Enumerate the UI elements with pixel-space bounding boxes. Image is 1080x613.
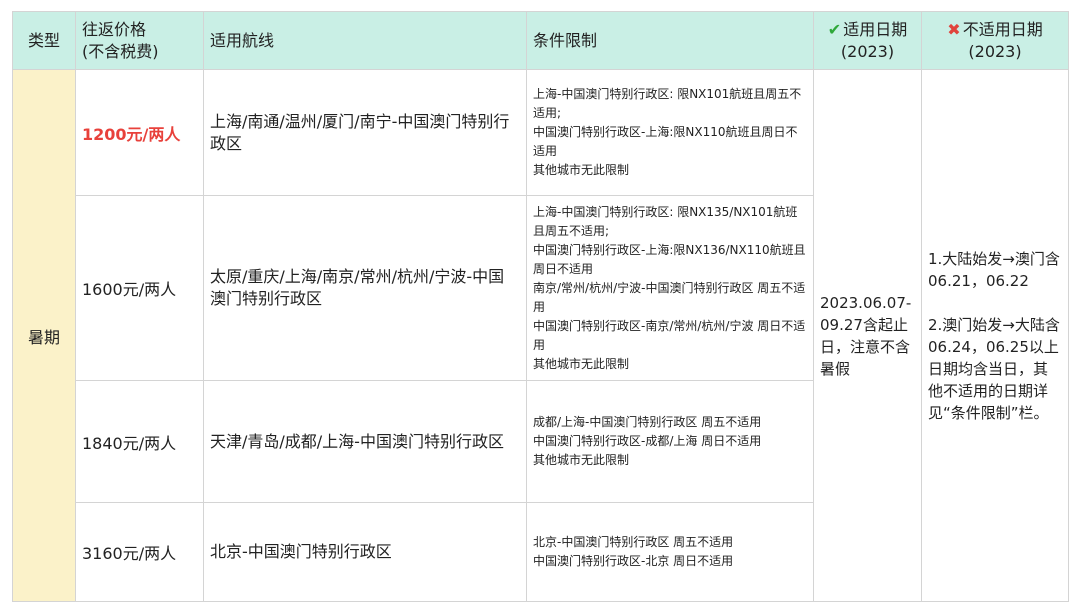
route-cell: 上海/南通/温州/厦门/南宁-中国澳门特别行政区 [203, 69, 527, 196]
conditions-cell: 上海-中国澳门特别行政区: 限NX135/NX101航班且周五不适用; 中国澳门… [526, 195, 814, 381]
header-applicable-dates: ✔ 适用日期 (2023) [813, 11, 922, 70]
condition-line: 其他城市无此限制 [533, 453, 630, 467]
condition-line: 中国澳门特别行政区-上海:限NX110航班且周日不适用 [533, 125, 798, 158]
conditions-cell: 上海-中国澳门特别行政区: 限NX101航班且周五不适用; 中国澳门特别行政区-… [526, 69, 814, 196]
conditions-cell: 北京-中国澳门特别行政区 周五不适用 中国澳门特别行政区-北京 周日不适用 [526, 502, 814, 602]
header-conditions: 条件限制 [526, 11, 814, 70]
header-price: 往返价格 (不含税费) [75, 11, 204, 70]
not-applicable-part1: 1.大陆始发→澳门含06.21，06.22 [928, 249, 1060, 290]
header-applicable-line2: (2023) [840, 41, 895, 61]
route-cell: 太原/重庆/上海/南京/常州/杭州/宁波-中国澳门特别行政区 [203, 195, 527, 381]
header-row: 类型 往返价格 (不含税费) 适用航线 条件限制 ✔ 适用日期 (2023) ✖ 不… [12, 11, 1069, 70]
condition-line: 中国澳门特别行政区-北京 周日不适用 [533, 554, 734, 568]
cross-icon: ✖ [947, 19, 961, 39]
not-applicable-part2: 2.澳门始发→大陆含06.24，06.25以上日期均含当日，其他不适用的日期详见… [928, 315, 1060, 422]
condition-line: 中国澳门特别行政区-南京/常州/杭州/宁波 周日不适用 [533, 318, 806, 352]
route-cell: 北京-中国澳门特别行政区 [203, 502, 527, 602]
not-applicable-dates-cell: 1.大陆始发→澳门含06.21，06.22 2.澳门始发→大陆含06.24，06… [921, 69, 1069, 602]
header-not-applicable-line2: (2023) [968, 41, 1022, 61]
condition-line: 中国澳门特别行政区-成都/上海 周日不适用 [533, 434, 762, 448]
price-cell-highlight: 1200元/两人 [75, 69, 204, 196]
header-applicable-line1: 适用日期 [843, 19, 908, 39]
header-not-applicable-dates: ✖ 不适用日期 (2023) [921, 11, 1069, 70]
season-cell: 暑期 [12, 69, 76, 602]
price-cell: 3160元/两人 [75, 502, 204, 602]
condition-line: 上海-中国澳门特别行政区: 限NX101航班且周五不适用; [533, 87, 802, 120]
check-icon: ✔ [827, 19, 842, 39]
condition-line: 其他城市无此限制 [533, 356, 630, 371]
price-cell: 1840元/两人 [75, 380, 204, 503]
applicable-dates-cell: 2023.06.07-09.27含起止日，注意不含暑假 [813, 69, 922, 602]
header-price-line1: 往返价格 [82, 19, 147, 39]
price-cell: 1600元/两人 [75, 195, 204, 381]
header-type: 类型 [12, 11, 76, 70]
condition-line: 中国澳门特别行政区-上海:限NX136/NX110航班且周日不适用 [533, 242, 806, 276]
header-price-line2: (不含税费) [82, 41, 159, 61]
condition-line: 南京/常州/杭州/宁波-中国澳门特别行政区 周五不适用 [533, 280, 806, 314]
fare-table: 类型 往返价格 (不含税费) 适用航线 条件限制 ✔ 适用日期 (2023) ✖ 不… [12, 11, 1069, 602]
header-not-applicable-line1: 不适用日期 [962, 19, 1043, 39]
route-cell: 天津/青岛/成都/上海-中国澳门特别行政区 [203, 380, 527, 503]
condition-line: 北京-中国澳门特别行政区 周五不适用 [533, 535, 734, 549]
condition-line: 其他城市无此限制 [533, 163, 630, 177]
condition-line: 上海-中国澳门特别行政区: 限NX135/NX101航班且周五不适用; [533, 204, 798, 238]
conditions-cell: 成都/上海-中国澳门特别行政区 周五不适用 中国澳门特别行政区-成都/上海 周日… [526, 380, 814, 503]
condition-line: 成都/上海-中国澳门特别行政区 周五不适用 [533, 415, 762, 429]
table-row: 暑期 1200元/两人 上海/南通/温州/厦门/南宁-中国澳门特别行政区 上海-… [12, 69, 1069, 602]
header-route: 适用航线 [203, 11, 527, 70]
